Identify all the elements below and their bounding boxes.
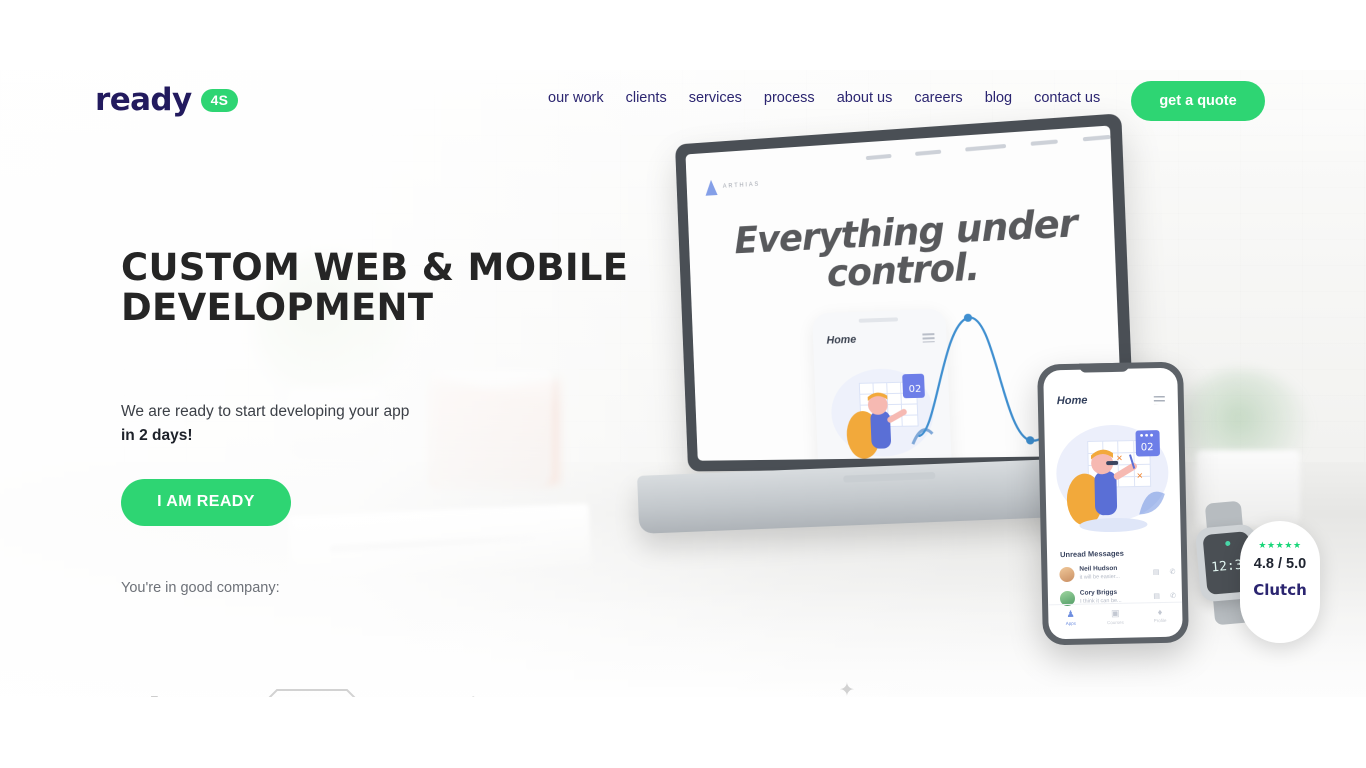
client-logo-lumesse: ✦ Lumesse [759, 679, 885, 697]
phone-call-icon[interactable]: ✆ [1170, 592, 1176, 600]
laptop-nav-placeholder [915, 149, 942, 156]
nav-item-contact-us[interactable]: contact us [1034, 90, 1100, 106]
tab-label: Profile [1153, 617, 1167, 624]
chat-icon[interactable]: ▤ [1153, 592, 1160, 600]
laptop-nav-placeholder [1082, 134, 1111, 142]
star-rating-icon: ★★★★★ [1258, 540, 1302, 550]
phone-tab-courses[interactable]: ▣ Courses [1093, 604, 1138, 632]
client-logo-coca-cola: Coca-Cola [556, 694, 724, 697]
nav-item-our-work[interactable]: our work [548, 90, 604, 106]
svg-text:02: 02 [1141, 442, 1154, 453]
svg-text:✕: ✕ [1136, 471, 1143, 480]
phone-illustration: 02 ✕ ✓ ✕ [1051, 414, 1174, 540]
apps-icon: ♟ [1066, 608, 1075, 619]
clients-label: You're in good company: [121, 579, 280, 596]
main-navigation: our work clients services process about … [548, 90, 1100, 106]
phone-tab-apps[interactable]: ♟ Apps [1048, 604, 1093, 632]
inner-phone-speaker [858, 317, 899, 323]
watch-time: 12:3 [1210, 557, 1244, 576]
tab-label: Apps [1065, 620, 1077, 627]
client-logo-roche: Roche [253, 688, 371, 697]
laptop-nav-placeholder [865, 153, 892, 161]
inner-phone-title: Home [826, 333, 857, 347]
headline-line-1: CUSTOM WEB & MOBILE [121, 246, 629, 289]
clutch-rating-badge[interactable]: ★★★★★ 4.8 / 5.0 Clutch [1240, 521, 1320, 643]
laptop-nav-placeholder [1030, 139, 1058, 146]
laptop-nav-placeholder [965, 143, 1007, 152]
phone-section-label: Unread Messages [1059, 548, 1124, 560]
clutch-score: 4.8 / 5.0 [1253, 556, 1307, 572]
person-icon: ♦ [1157, 606, 1163, 618]
laptop-screen-nav-items [865, 130, 1123, 161]
laptop-screen-logo: ARTHIAS [705, 177, 761, 196]
laptop-trackpad [843, 471, 936, 483]
client-logo-strip: Uber Roche CA CRÉDIT AGRICOLE Coca-Cola … [118, 679, 885, 697]
page-root: ARTHIAS Everything under control. Home 0… [0, 0, 1366, 768]
message-preview: it will be easier... [1079, 573, 1120, 581]
nav-item-process[interactable]: process [764, 90, 815, 106]
chat-icon[interactable]: ▤ [1153, 568, 1160, 576]
site-logo[interactable]: ready 4S [95, 82, 239, 118]
book-icon: ▣ [1110, 607, 1120, 619]
hero-subtext-line-2: in 2 days! [121, 426, 193, 444]
phone-screen: Home 02 ✕ ✓ ✕ [1043, 367, 1183, 640]
nav-item-clients[interactable]: clients [626, 90, 667, 106]
nav-item-about-us[interactable]: about us [837, 90, 893, 106]
hamburger-icon [1153, 395, 1165, 405]
lumesse-label: Lumesse [759, 695, 885, 697]
i-am-ready-button[interactable]: I AM READY [121, 478, 291, 526]
list-item[interactable]: Neil Hudson it will be easier... ▤ ✆ [1059, 562, 1177, 588]
nav-item-careers[interactable]: careers [914, 90, 962, 106]
watch-status-icon [1225, 540, 1231, 547]
hero-subtext: We are ready to start developing your ap… [121, 400, 681, 448]
illustration-svg: 02 ✕ ✓ ✕ [1056, 425, 1169, 533]
phone-mockup: Home 02 ✕ ✓ ✕ [1037, 361, 1189, 646]
get-a-quote-button[interactable]: get a quote [1131, 81, 1265, 121]
laptop-screen-navbar: ARTHIAS [685, 126, 1112, 205]
avatar [1059, 566, 1075, 583]
client-logo-uber: Uber [118, 690, 218, 697]
tab-label: Courses [1107, 619, 1124, 626]
phone-call-icon[interactable]: ✆ [1169, 568, 1176, 576]
hero-section: ARTHIAS Everything under control. Home 0… [0, 70, 1366, 697]
phone-tab-profile[interactable]: ♦ Profile [1137, 603, 1182, 631]
page-title: CUSTOM WEB & MOBILE DEVELOPMENT [121, 248, 681, 328]
hero-subtext-line-1: We are ready to start developing your ap… [121, 402, 410, 420]
laptop-screen-brand-text: ARTHIAS [722, 181, 761, 190]
phone-notch [1079, 362, 1130, 373]
phone-tab-bar: ♟ Apps ▣ Courses ♦ Profile [1048, 601, 1183, 633]
roche-hexagon-icon [268, 689, 355, 697]
clutch-brand: Clutch [1253, 581, 1307, 599]
phone-screen-title: Home [1056, 394, 1088, 408]
message-sender-name: Neil Hudson [1079, 564, 1118, 573]
nav-item-services[interactable]: services [689, 90, 742, 106]
sparkle-icon: ✦ [839, 679, 855, 697]
nav-item-blog[interactable]: blog [985, 90, 1012, 106]
message-sender-name: Cory Briggs [1079, 588, 1118, 597]
logo-badge: 4S [200, 88, 239, 112]
hero-copy: CUSTOM WEB & MOBILE DEVELOPMENT We are r… [121, 248, 681, 596]
logo-wordmark: ready [95, 82, 192, 118]
headline-line-2: DEVELOPMENT [121, 285, 434, 329]
triangle-logo-icon [705, 180, 718, 196]
